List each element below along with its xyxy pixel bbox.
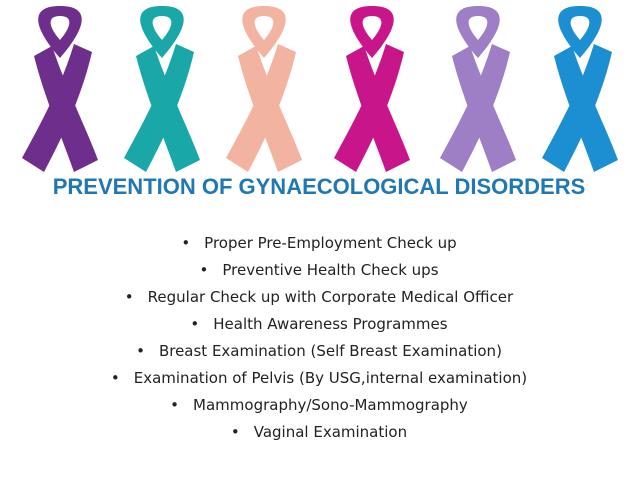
list-item: • Preventive Health Check ups [0,259,638,286]
list-item: • Examination of Pelvis (By USG,internal … [0,367,638,394]
ribbon-peach [226,6,302,172]
ribbon-blue [542,6,618,172]
list-item-text: Proper Pre-Employment Check up [204,234,457,252]
bullet-icon: • [110,369,120,387]
list-item-text: Breast Examination (Self Breast Examinat… [158,342,502,360]
list-item-text: Health Awareness Programmes [213,315,448,333]
list-item-text: Preventive Health Check ups [222,261,439,279]
bullet-list: • Proper Pre-Employment Check up • Prevent… [0,232,638,448]
list-item-text: Regular Check up with Corporate Medical … [147,288,514,306]
slide: PREVENTION OF GYNAECOLOGICAL DISORDERS •… [0,0,638,479]
list-item-text: Examination of Pelvis (By USG,internal e… [133,369,528,387]
ribbon-teal [124,6,200,172]
list-item: • Proper Pre-Employment Check up [0,232,638,259]
awareness-ribbons [22,6,618,172]
bullet-icon: • [199,261,209,279]
bullet-icon: • [170,396,180,414]
list-item-text: Vaginal Examination [253,423,408,441]
list-item: • Mammography/Sono-Mammography [0,394,638,421]
bullet-icon: • [190,315,200,333]
bullet-icon: • [124,288,134,306]
list-item: • Breast Examination (Self Breast Examina… [0,340,638,367]
ribbon-lavender [440,6,516,172]
list-item: • Regular Check up with Corporate Medical… [0,286,638,313]
ribbon-purple [22,6,98,172]
list-item-text: Mammography/Sono-Mammography [193,396,468,414]
ribbon-magenta [334,6,410,172]
list-item: • Vaginal Examination [0,421,638,448]
bullet-icon: • [136,342,145,360]
bullet-icon: • [181,234,191,252]
list-item: • Health Awareness Programmes [0,313,638,340]
slide-title: PREVENTION OF GYNAECOLOGICAL DISORDERS [52,174,586,199]
bullet-icon: • [230,423,240,441]
